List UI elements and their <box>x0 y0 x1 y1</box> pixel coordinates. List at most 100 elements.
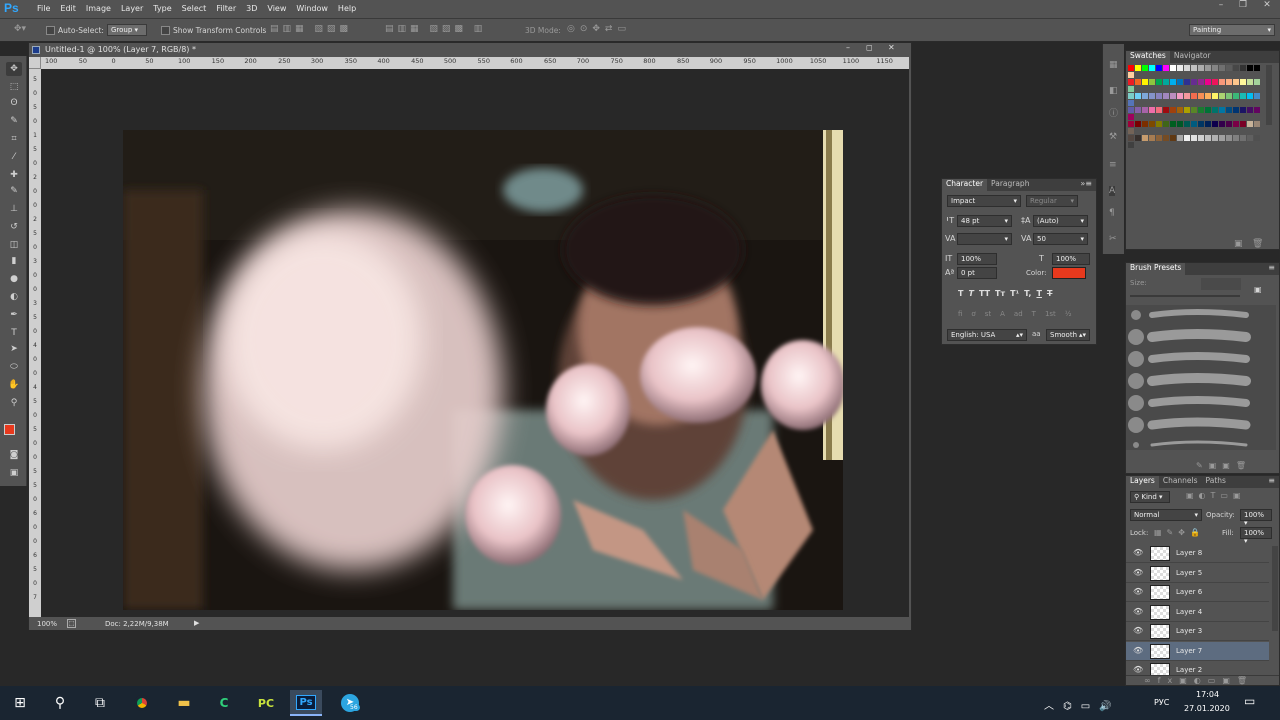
stamp-tool-icon[interactable]: ⊥ <box>6 202 22 216</box>
font-style-dropdown[interactable]: Regular ▾ <box>1026 195 1078 207</box>
menu-3d[interactable]: 3D <box>241 4 262 13</box>
doc-maximize-button[interactable]: ◻ <box>866 43 873 52</box>
color-swatch[interactable] <box>1226 65 1232 71</box>
color-swatch[interactable] <box>1254 65 1260 71</box>
3d-mode-icons[interactable]: ◎⊙✥⇄▭ <box>567 24 631 34</box>
color-swatch[interactable] <box>1247 93 1253 99</box>
color-swatch[interactable] <box>1156 65 1162 71</box>
color-swatch[interactable] <box>1142 107 1148 113</box>
tab-channels[interactable]: Channels <box>1159 476 1202 488</box>
move-tool-icon[interactable]: ✥ <box>6 62 22 76</box>
brush-preset-list[interactable] <box>1126 305 1276 450</box>
chrome-icon[interactable] <box>126 690 158 716</box>
panel-menu-icon[interactable]: »≡ <box>1080 179 1096 191</box>
color-swatch[interactable] <box>1156 121 1162 127</box>
color-swatch[interactable] <box>1135 93 1141 99</box>
color-swatch[interactable] <box>1128 93 1134 99</box>
tracking-field[interactable]: 50 ▾ <box>1033 233 1088 245</box>
visibility-eye-icon[interactable]: 👁 <box>1133 568 1143 577</box>
gradient-tool-icon[interactable]: ▮ <box>6 254 22 268</box>
screen-mode-icon[interactable]: ▣ <box>6 466 22 480</box>
color-swatch[interactable] <box>1212 79 1218 85</box>
history-brush-tool-icon[interactable]: ↺ <box>6 220 22 234</box>
notification-icon[interactable]: ▭ <box>1244 694 1255 708</box>
color-swatch[interactable] <box>1142 135 1148 141</box>
color-swatch[interactable] <box>1184 107 1190 113</box>
color-swatch[interactable] <box>1163 135 1169 141</box>
show-transform-checkbox[interactable] <box>161 26 170 35</box>
antialias-dropdown[interactable]: Smooth ▴▾ <box>1046 329 1090 341</box>
color-swatch[interactable] <box>1170 93 1176 99</box>
kerning-field[interactable]: ▾ <box>957 233 1012 245</box>
color-swatch[interactable] <box>1247 65 1253 71</box>
eyedropper-tool-icon[interactable]: ⁄ <box>6 150 22 164</box>
clone-source-icon[interactable]: ✂ <box>1109 234 1117 244</box>
fraction-icon[interactable]: ½ <box>1065 310 1072 318</box>
font-family-dropdown[interactable]: Impact ▾ <box>947 195 1021 207</box>
layers-scrollbar[interactable] <box>1272 546 1278 631</box>
tab-layers[interactable]: Layers <box>1126 476 1159 488</box>
doc-minimize-button[interactable]: – <box>846 43 850 52</box>
color-swatch[interactable] <box>1128 135 1134 141</box>
color-swatch[interactable] <box>1191 135 1197 141</box>
layer-row[interactable]: 👁 Layer 8 <box>1126 544 1269 563</box>
move-tool-icon[interactable]: ✥▾ <box>14 24 26 34</box>
info-panel-icon[interactable]: ⓘ <box>1109 106 1118 119</box>
color-swatch[interactable] <box>1247 135 1253 141</box>
opacity-field[interactable]: 100% ▾ <box>1240 509 1272 527</box>
layer-list[interactable]: 👁 Layer 8 👁 Layer 5 👁 Layer 6 👁 Layer 4 👁 Layer 3… <box>1126 544 1269 680</box>
color-swatch[interactable] <box>1240 93 1246 99</box>
color-swatch[interactable] <box>1219 65 1225 71</box>
color-swatch[interactable] <box>1184 121 1190 127</box>
color-swatch[interactable] <box>1142 79 1148 85</box>
layer-filter-icons[interactable]: ▣◐T▭▣ <box>1186 491 1246 500</box>
auto-select-checkbox[interactable] <box>46 26 55 35</box>
color-swatch[interactable] <box>1191 79 1197 85</box>
layer-row[interactable]: 👁 Layer 5 <box>1126 564 1269 583</box>
color-swatch[interactable] <box>1212 135 1218 141</box>
layer-row[interactable]: 👁 Layer 3 <box>1126 622 1269 641</box>
file-explorer-icon[interactable]: ▬ <box>168 690 200 716</box>
color-swatch[interactable] <box>1198 65 1204 71</box>
tool-presets-icon[interactable]: ⚒ <box>1109 132 1117 142</box>
color-swatch[interactable] <box>1128 65 1134 71</box>
color-swatch[interactable] <box>1233 107 1239 113</box>
visibility-eye-icon[interactable]: 👁 <box>1133 549 1143 557</box>
canvas-area[interactable] <box>41 69 909 617</box>
color-swatch[interactable] <box>1212 65 1218 71</box>
color-swatch[interactable] <box>1191 93 1197 99</box>
color-swatch[interactable] <box>1128 121 1134 127</box>
color-swatch[interactable] <box>1177 135 1183 141</box>
restore-app-button[interactable]: ❐ <box>1232 0 1254 12</box>
adjustments-panel-icon[interactable]: ◧ <box>1109 86 1118 96</box>
color-swatch[interactable] <box>1205 65 1211 71</box>
color-swatch[interactable] <box>1219 93 1225 99</box>
titling-icon[interactable]: A <box>1000 310 1005 318</box>
color-swatch[interactable] <box>1184 65 1190 71</box>
tab-swatches[interactable]: Swatches <box>1126 51 1170 63</box>
color-swatch[interactable] <box>1254 79 1260 85</box>
color-swatch[interactable] <box>1128 142 1134 148</box>
crop-tool-icon[interactable]: ⌗ <box>6 132 22 146</box>
color-swatch[interactable] <box>1128 114 1134 120</box>
color-swatch[interactable] <box>1142 121 1148 127</box>
color-swatch[interactable] <box>1233 121 1239 127</box>
layer-row[interactable]: 👁 Layer 6 <box>1126 583 1269 602</box>
color-swatch[interactable] <box>1163 93 1169 99</box>
color-swatch[interactable] <box>1240 121 1246 127</box>
color-swatch[interactable] <box>1135 135 1141 141</box>
color-swatch[interactable] <box>1191 121 1197 127</box>
menu-filter[interactable]: Filter <box>211 4 241 13</box>
close-app-button[interactable]: ✕ <box>1256 0 1278 12</box>
align-icons[interactable]: ▤▥▦ ▧▨▩ <box>270 24 352 34</box>
color-swatch[interactable] <box>1212 93 1218 99</box>
photoshop-taskbar-icon[interactable]: Ps <box>290 690 322 716</box>
vertical-ruler[interactable]: 5 0 5 0 1 5 0 2 0 0 2 5 0 3 0 0 3 5 0 4 0 0 4 5 0 5 0 0 5 5 0 6 0 0 6 5 0 7 <box>29 69 41 617</box>
canvas-image[interactable] <box>123 130 843 610</box>
color-swatch[interactable] <box>1226 79 1232 85</box>
quick-mask-icon[interactable]: ◙ <box>6 448 22 462</box>
path-select-tool-icon[interactable]: ➤ <box>6 342 22 356</box>
color-swatch[interactable] <box>1156 107 1162 113</box>
color-swatch[interactable] <box>1198 93 1204 99</box>
doc-close-button[interactable]: ✕ <box>888 43 895 52</box>
